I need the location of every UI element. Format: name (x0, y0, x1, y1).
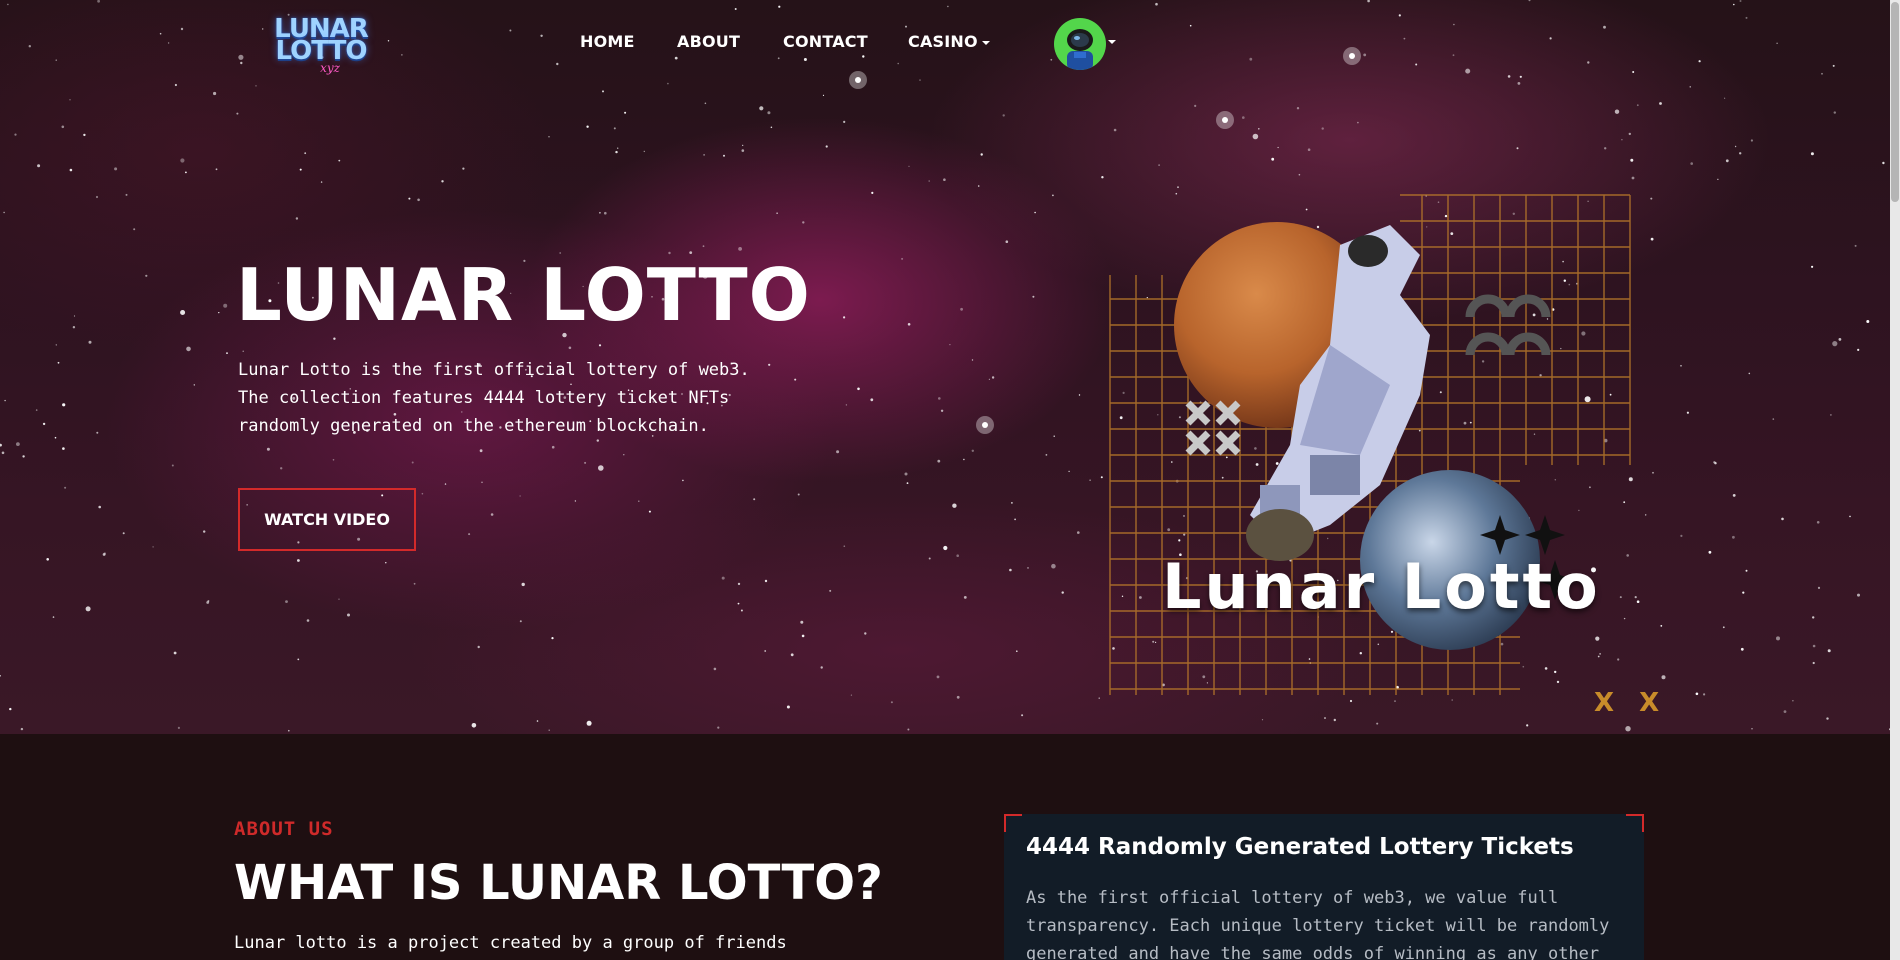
about-text: Lunar lotto is a project created by a gr… (234, 933, 787, 953)
about-eyebrow: ABOUT US (234, 818, 334, 840)
scrollbar-thumb[interactable] (1891, 2, 1899, 202)
chevron-down-icon[interactable] (1108, 40, 1116, 44)
artwork-illustration (1109, 194, 1631, 695)
nav-about-label: ABOUT (677, 32, 741, 51)
nav-casino-label: CASINO (908, 32, 978, 51)
feature-card-title: 4444 Randomly Generated Lottery Tickets (1026, 834, 1574, 860)
artwork-caption: Lunar Lotto (1162, 550, 1601, 623)
about-title: WHAT IS LUNAR LOTTO? (234, 855, 883, 911)
ring-shapes (1465, 294, 1551, 356)
hero-title: LUNAR LOTTO (236, 253, 811, 337)
nav-home[interactable]: HOME (580, 32, 635, 51)
card-corner-accent (1004, 814, 1022, 832)
hero-description-line: randomly generated on the ethereum block… (238, 416, 709, 436)
card-corner-accent (1626, 814, 1644, 832)
hero-artwork: Lunar Lotto (1100, 185, 1660, 725)
nav-home-label: HOME (580, 32, 635, 51)
feature-card-line: generated and have the same odds of winn… (1026, 944, 1600, 960)
site-logo[interactable]: LUNAR LOTTO xyz (266, 16, 376, 75)
feature-card-line: transparency. Each unique lottery ticket… (1026, 916, 1610, 936)
chevron-down-icon (981, 40, 990, 45)
astronaut-avatar-icon[interactable] (1054, 18, 1106, 70)
decorative-x-marks: X X (1594, 688, 1668, 718)
feature-card-line: As the first official lottery of web3, w… (1026, 888, 1559, 908)
hero-description: Lunar Lotto is the first official lotter… (238, 356, 758, 440)
x-pattern-marks (1185, 400, 1241, 456)
hero-section: LUNAR LOTTO xyz HOME ABOUT CONTACT CASIN… (0, 0, 1900, 734)
about-section: ABOUT US WHAT IS LUNAR LOTTO? Lunar lott… (0, 734, 1900, 960)
page-scrollbar[interactable] (1890, 0, 1900, 960)
hero-description-line: The collection features 4444 lottery tic… (238, 388, 730, 408)
nav-contact[interactable]: CONTACT (783, 32, 868, 51)
feature-card: 4444 Randomly Generated Lottery Tickets … (1004, 814, 1644, 960)
hero-description-line: Lunar Lotto is the first official lotter… (238, 360, 750, 380)
nav-casino-dropdown[interactable]: CASINO (908, 32, 990, 51)
logo-suffix: xyz (320, 61, 340, 75)
feature-card-text: As the first official lottery of web3, w… (1026, 884, 1626, 960)
watch-video-button[interactable]: WATCH VIDEO (238, 488, 416, 551)
nav-about[interactable]: ABOUT (677, 32, 740, 51)
nav-contact-label: CONTACT (783, 32, 868, 51)
